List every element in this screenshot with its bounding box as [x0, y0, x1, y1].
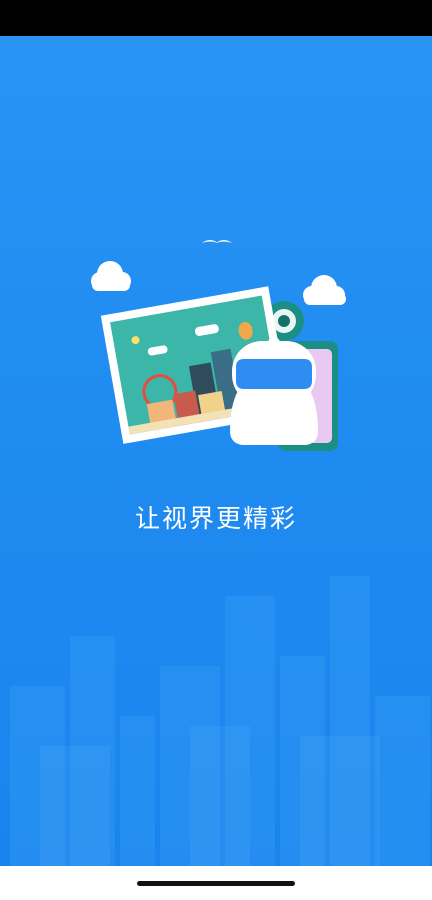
splash-illustration: [91, 240, 346, 451]
status-bar: [0, 0, 432, 36]
cloud-icon: [91, 261, 131, 291]
cloud-icon: [303, 275, 346, 305]
splash-body: 让视界更精彩: [0, 36, 432, 866]
skyline-icon: [10, 576, 430, 866]
splash-screen: 让视界更精彩: [0, 0, 432, 900]
home-indicator-bar: [0, 866, 432, 900]
splash-tagline: 让视界更精彩: [134, 504, 297, 533]
robot-icon: [230, 337, 318, 445]
bird-icon: [202, 240, 232, 243]
home-indicator[interactable]: [137, 881, 295, 886]
